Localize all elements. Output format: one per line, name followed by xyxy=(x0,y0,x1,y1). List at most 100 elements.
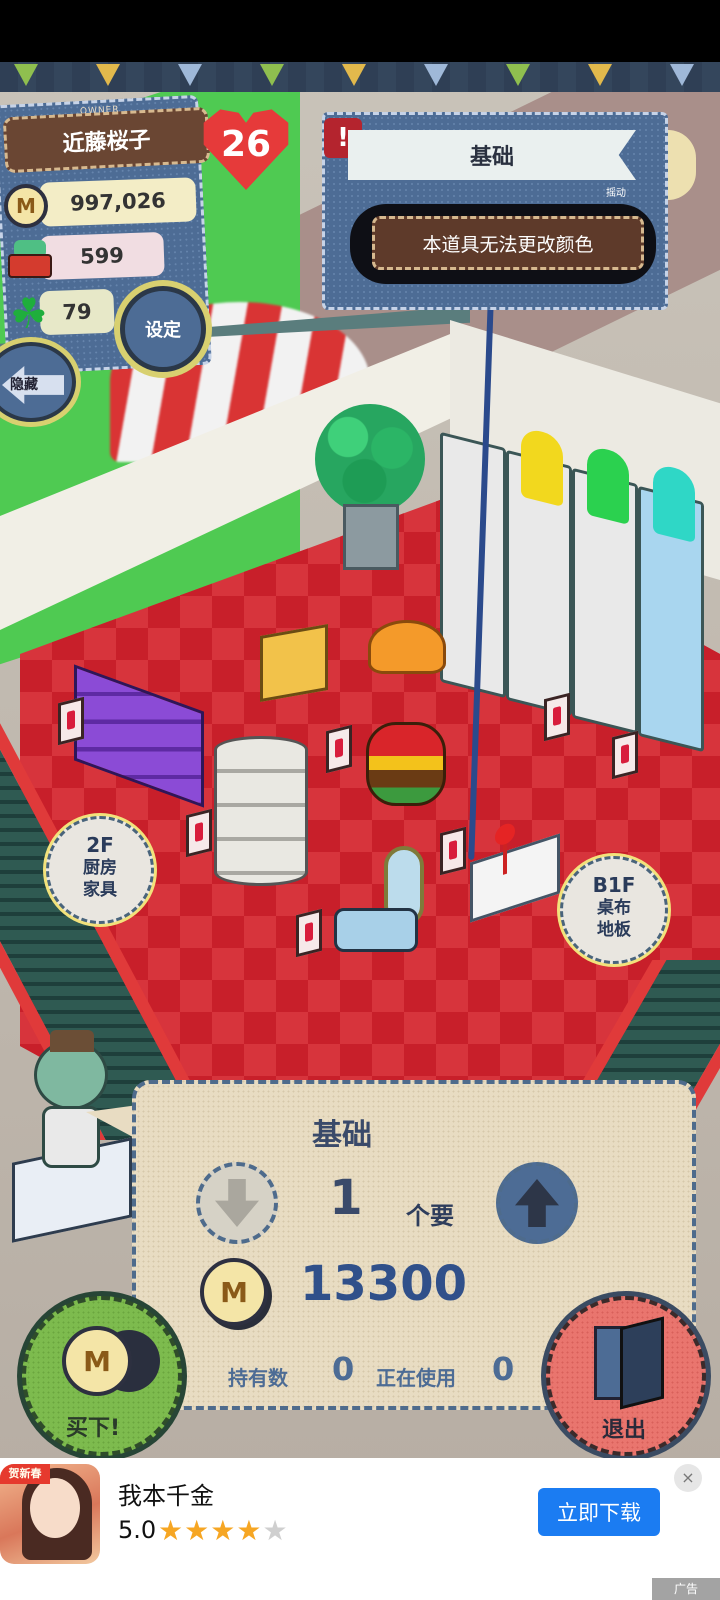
quantity-value: 1 xyxy=(329,1170,363,1226)
category-ribbon: 基础 xyxy=(348,130,636,180)
ad-image[interactable]: 贺新春 xyxy=(0,1464,100,1564)
price-value: 13300 xyxy=(300,1256,467,1312)
locked-box-icon[interactable] xyxy=(260,624,328,702)
bread-stat: 599 xyxy=(39,231,165,281)
coins-stat: 997,026 xyxy=(39,177,197,227)
in-use-label: 正在使用 xyxy=(376,1366,456,1390)
owned-label: 持有数 xyxy=(228,1366,288,1390)
ad-rating: 5.0 xyxy=(118,1516,157,1544)
decrease-quantity-button[interactable] xyxy=(196,1162,278,1244)
bunting-flag xyxy=(588,64,612,86)
alert-sign-icon[interactable] xyxy=(296,908,322,958)
bunting-flag xyxy=(506,64,530,86)
star-icon: ★ xyxy=(184,1514,211,1547)
buy-label: 买下! xyxy=(66,1416,121,1441)
bunting-flag xyxy=(670,64,694,86)
close-icon[interactable]: × xyxy=(674,1464,702,1492)
buy-coin-symbol: M xyxy=(83,1344,111,1378)
alert-sign-icon[interactable] xyxy=(58,696,84,746)
price-coin-icon: M xyxy=(200,1258,268,1326)
bunting-flag xyxy=(14,64,38,86)
exit-label: 退出 xyxy=(602,1418,647,1443)
bread-value: 599 xyxy=(79,243,125,269)
cyan-seat xyxy=(653,462,695,543)
buy-button[interactable]: M 买下! xyxy=(22,1296,182,1456)
clover-value: 79 xyxy=(61,299,93,325)
buy-coin-icon: M xyxy=(62,1326,132,1396)
ad-badge: 贺新春 xyxy=(0,1464,50,1484)
bunting-flag xyxy=(178,64,202,86)
price-coin-symbol: M xyxy=(220,1275,248,1309)
bunting-flag xyxy=(260,64,284,86)
star-icon: ★ xyxy=(158,1514,185,1547)
exit-button[interactable]: 退出 xyxy=(546,1296,706,1456)
info-message: 本道具无法更改颜色 xyxy=(372,216,644,270)
clover-icon: ☘ xyxy=(10,289,48,338)
alert-sign-icon[interactable] xyxy=(544,692,570,742)
floor-b1f-line2: 地板 xyxy=(597,920,631,940)
bun-cushion[interactable] xyxy=(368,620,446,674)
star-icon: ★ xyxy=(210,1514,237,1547)
basket-icon xyxy=(8,240,52,280)
green-seat xyxy=(587,444,629,525)
bunting-flag xyxy=(342,64,366,86)
mascot-hat xyxy=(50,1030,94,1052)
alert-sign-icon[interactable] xyxy=(440,826,466,876)
note-sign-icon[interactable] xyxy=(186,808,212,858)
hide-label: 隐藏 xyxy=(10,377,38,393)
antique-chair[interactable] xyxy=(332,846,428,976)
star-icon: ★ xyxy=(236,1514,263,1547)
coins-value: 997,026 xyxy=(69,188,167,216)
ad-banner[interactable]: 贺新春 我本千金 5.0 ★★★★★ 立即下载 × 广告 xyxy=(0,1458,720,1600)
burger-item[interactable] xyxy=(366,722,446,806)
bunting-flag xyxy=(96,64,120,86)
settings-button[interactable]: 设定 xyxy=(120,286,206,372)
bunting-strip xyxy=(0,62,720,92)
category-sub-label: 摇动 xyxy=(606,188,626,199)
floor-b1f-label: B1F xyxy=(592,873,636,897)
purchase-title: 基础 xyxy=(312,1118,372,1153)
category-label: 基础 xyxy=(469,145,514,170)
ad-mark: 广告 xyxy=(652,1578,720,1600)
down-arrow-icon xyxy=(215,1179,259,1227)
door-open-icon xyxy=(620,1316,664,1410)
in-use-value: 0 xyxy=(492,1350,515,1388)
floor-b1f-line1: 桌布 xyxy=(597,898,631,918)
window-panel xyxy=(638,462,704,753)
increase-quantity-button[interactable] xyxy=(496,1162,578,1244)
basket-base xyxy=(8,254,52,278)
info-message-text: 本道具无法更改颜色 xyxy=(422,233,594,256)
chair-seat xyxy=(334,908,418,952)
coin-icon: M xyxy=(4,184,48,228)
floor-2f-bubble[interactable]: 2F 厨房 家具 xyxy=(46,816,154,924)
partition-panel xyxy=(506,426,572,717)
owner-name: 近藤桜子 xyxy=(2,106,211,174)
rating-stars: ★★★★★ xyxy=(158,1514,289,1547)
floor-2f-line1: 厨房 xyxy=(83,858,117,878)
coin-symbol: M xyxy=(16,194,36,218)
alert-sign-icon[interactable] xyxy=(612,730,638,780)
floor-b1f-bubble[interactable]: B1F 桌布 地板 xyxy=(560,856,668,964)
level-number: 26 xyxy=(220,124,272,165)
bear-mascot xyxy=(12,1030,132,1243)
ad-title[interactable]: 我本千金 xyxy=(118,1476,214,1511)
download-button[interactable]: 立即下载 xyxy=(538,1488,660,1536)
floor-2f-label: 2F xyxy=(86,833,114,857)
tree-leaves xyxy=(315,404,425,514)
bunting-flag xyxy=(424,64,448,86)
up-arrow-icon xyxy=(515,1179,559,1227)
level-heart-icon: 26 xyxy=(200,106,292,190)
potted-tree[interactable] xyxy=(315,404,425,574)
ad-image-face xyxy=(30,1478,80,1538)
partition-panel xyxy=(572,444,638,735)
steamer-basket[interactable] xyxy=(214,736,308,886)
download-label: 立即下载 xyxy=(557,1501,641,1525)
tree-pot xyxy=(343,504,399,570)
floor-2f-line2: 家具 xyxy=(83,880,117,900)
quantity-unit: 个要 xyxy=(406,1202,454,1230)
settings-label: 设定 xyxy=(145,320,181,341)
owned-value: 0 xyxy=(332,1350,355,1388)
mascot-body xyxy=(42,1106,100,1168)
alert-sign-icon[interactable] xyxy=(326,724,352,774)
star-empty-icon: ★ xyxy=(262,1514,289,1547)
